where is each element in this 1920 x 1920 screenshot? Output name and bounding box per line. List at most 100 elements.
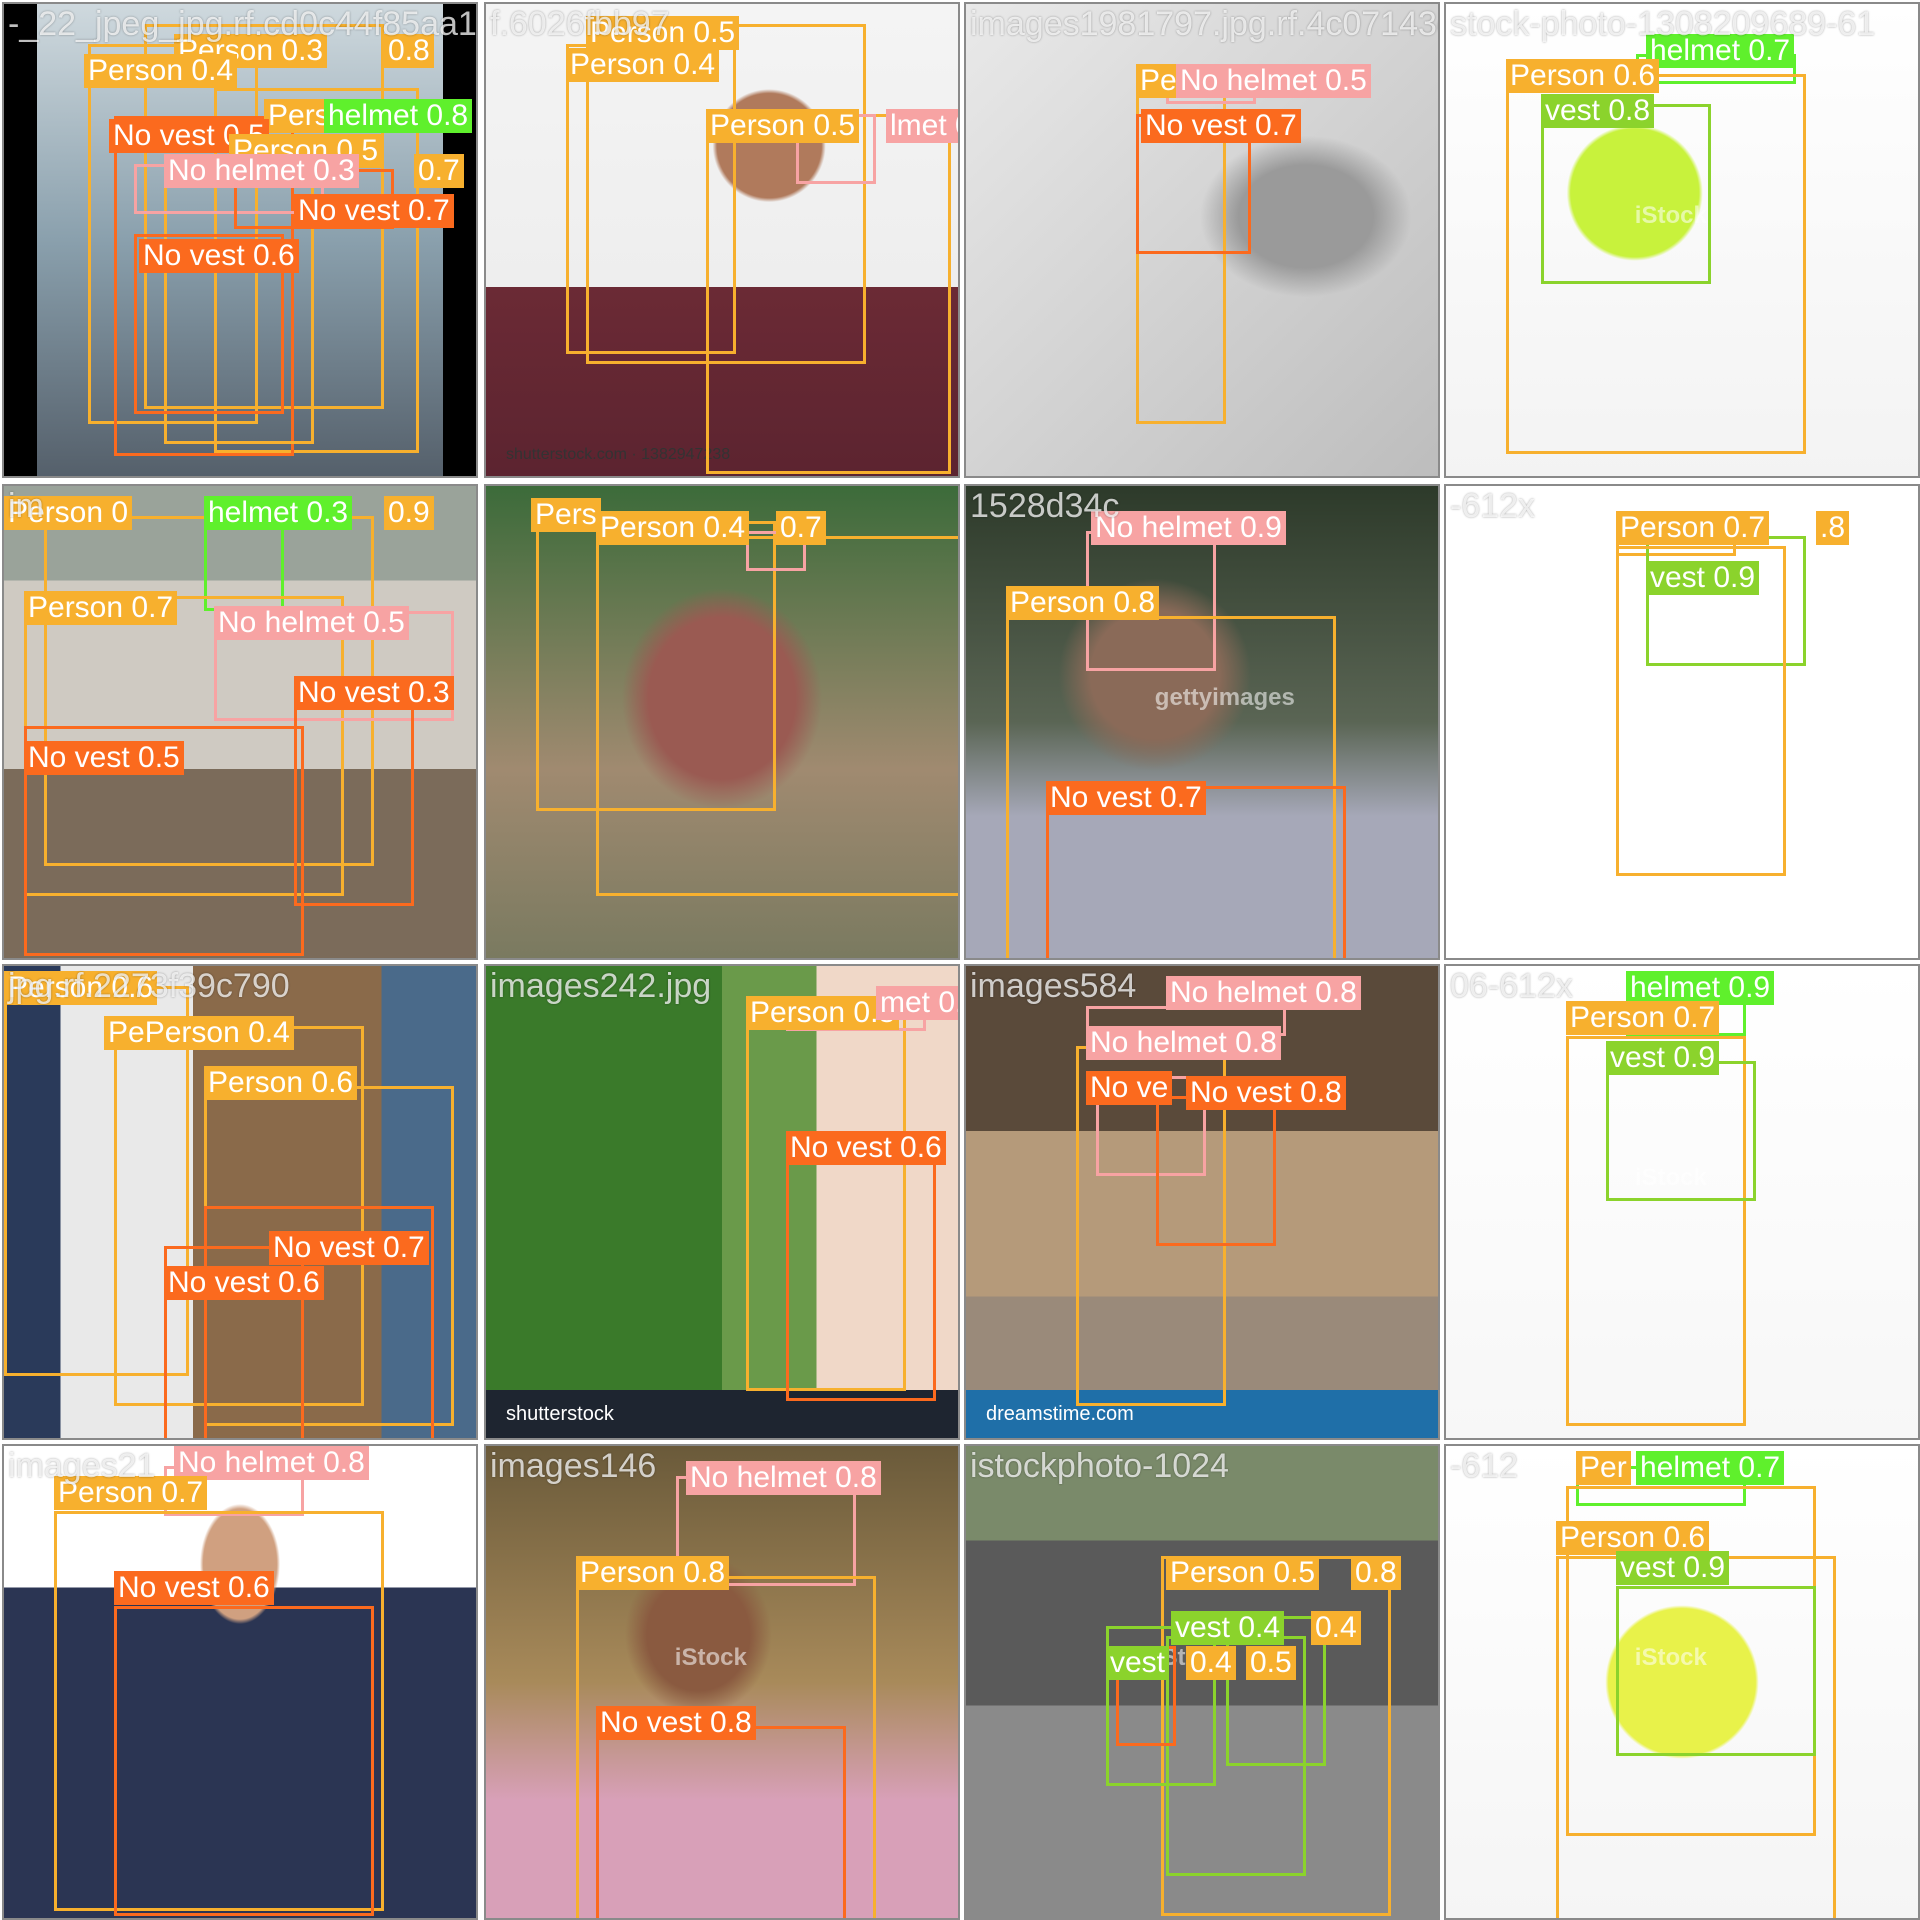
person-label: Pe	[1136, 64, 1181, 98]
no-helmet-label: No helmet 0.8	[1086, 1026, 1281, 1060]
no-vest-label: No vest 0.7	[269, 1231, 429, 1265]
image-tile: iStock helmet 0.7 Person 0.6 vest 0.8 stock-…	[1444, 2, 1920, 478]
person-label: Person 0.8	[576, 1556, 730, 1590]
image-tile: shutterstock.com · 1382947238 Person 0.5 P…	[484, 2, 960, 478]
vest-label: vest	[1106, 1646, 1170, 1680]
vest-box	[1541, 104, 1711, 284]
filename-label: images242.jpg	[490, 967, 712, 1005]
filename-label: images146	[490, 1447, 657, 1485]
filename-label: f.6026fbb97	[490, 5, 670, 43]
image-tile: iStock helmet 0.9 Person 0.7 vest 0.9 06-612…	[1444, 964, 1920, 1440]
no-vest-label: No vest 0.3	[294, 676, 454, 710]
image-tile: Pers Person 0.4 0.7	[484, 484, 960, 960]
image-tile: Person 0 helmet 0.3 0.9 Person 0.7 No helmet…	[2, 484, 478, 960]
no-vest-label: No ve	[1086, 1071, 1173, 1105]
filename-label: istockphoto-1024	[970, 1447, 1229, 1485]
no-helmet-label: No helmet 0.9	[1091, 511, 1286, 545]
filename-label: jpg.rf.2273f39c790	[8, 967, 290, 1005]
helmet-label: helmet 0.3	[204, 496, 353, 530]
filename-label: im	[8, 487, 44, 525]
no-helmet-label: No helmet 0.8	[1166, 976, 1361, 1010]
watermark: dreamstime.com	[986, 1403, 1134, 1425]
person-label: Person 0.5	[1166, 1556, 1320, 1590]
filename-label: -_22_jpeg_jpg.rf.cd0c44f85aa1443	[8, 5, 477, 43]
image-tile: iStock No helmet 0.8 Person 0.8 No vest 0.8…	[484, 1444, 960, 1920]
image-tile: shutterstockPerson 0.8met 0.9No vest 0.6…	[484, 964, 960, 1440]
filename-label: images584	[970, 967, 1137, 1005]
image-tile: iStock Per helmet 0.7 Person 0.6 vest 0.9 -61…	[1444, 1444, 1920, 1920]
vest-label: vest 0.9	[1616, 1551, 1730, 1585]
no-vest-box	[1156, 1096, 1276, 1246]
no-vest-label: No vest 0.7	[1141, 109, 1301, 143]
no-vest-label: No vest 0.6	[786, 1131, 946, 1165]
no-vest-label: No vest 0.5	[24, 741, 184, 775]
no-vest-label: No vest 0.7	[1046, 781, 1206, 815]
no-helmet-label: lmet 0.8	[886, 109, 958, 143]
no-vest-label: No vest 0.6	[164, 1266, 324, 1300]
image-tile: Person 0.6 PePerson 0.4 Person 0.6 No vest …	[2, 964, 478, 1440]
no-helmet-label: met 0.9	[876, 986, 958, 1020]
person-label: Per	[1576, 1451, 1631, 1485]
vest-label: vest 0.9	[1606, 1041, 1720, 1075]
person-label: 0.9	[384, 496, 434, 530]
image-tile: No helmet 0.8 Person 0.7 No vest 0.6 images…	[2, 1444, 478, 1920]
image-tile: dreamstime.com No helmet 0.8 No helmet 0.8…	[964, 964, 1440, 1440]
helmet-label: helmet 0.7	[1636, 1451, 1785, 1485]
person-label: Person 0.6	[204, 1066, 358, 1100]
person-label: Person 0.4	[84, 54, 238, 88]
no-helmet-label: No helmet 0.8	[686, 1461, 881, 1495]
filename-label: -612	[1450, 1447, 1519, 1485]
person-label: 0.4	[1311, 1611, 1361, 1645]
vest-label: vest 0.8	[1541, 94, 1655, 128]
no-vest-label: No vest 0.6	[114, 1571, 274, 1605]
vest-box	[1616, 1586, 1816, 1756]
no-vest-label: No vest 0.7	[294, 194, 454, 228]
person-label: Person 0.8	[1006, 586, 1160, 620]
person-label: Pers	[531, 498, 601, 532]
filename-label: stock-photo-1308209689-61	[1450, 5, 1876, 43]
image-tile: gettyimages No helmet 0.9 Person 0.8 No ves…	[964, 484, 1440, 960]
person-label: Person 0.7	[1566, 1001, 1720, 1035]
helmet-label: helmet 0.9	[1626, 971, 1775, 1005]
image-tile: iStockPerson 0.50.8vest 0.40.4vest0.40.5…	[964, 1444, 1440, 1920]
image-tile: Person 0.30.8Person 0.4Person 0.6helmet …	[2, 2, 478, 478]
vest-label: vest 0.9	[1646, 561, 1760, 595]
no-vest-label: No vest 0.6	[139, 239, 299, 273]
person-label: .8	[1816, 511, 1850, 545]
person-label: Person 0.7	[24, 591, 178, 625]
no-vest-label: No vest 0.8	[596, 1706, 756, 1740]
person-label: 0.4	[1186, 1646, 1236, 1680]
no-vest-label: No vest 0.8	[1186, 1076, 1346, 1110]
no-vest-box	[786, 1141, 936, 1401]
no-helmet-label: No helmet 0.8	[174, 1446, 369, 1480]
no-helmet-label: No helmet 0.5	[1176, 64, 1371, 98]
person-box	[596, 536, 958, 896]
person-label: Person 0.5	[706, 109, 860, 143]
no-vest-box	[114, 1606, 374, 1916]
filename-label: 06-612x	[1450, 967, 1573, 1005]
vest-label: vest 0.4	[1171, 1611, 1285, 1645]
no-vest-box	[294, 676, 414, 906]
no-vest-box	[596, 1726, 846, 1918]
filename-label: 1528d34c	[970, 487, 1120, 525]
no-helmet-label: No helmet 0.3	[164, 154, 359, 188]
vest-box	[1606, 1061, 1756, 1201]
helmet-label: helmet 0.8	[324, 99, 473, 133]
image-tile: Person 0.7 .8 vest 0.9 -612x	[1444, 484, 1920, 960]
watermark: shutterstock.com · 1382947238	[506, 446, 731, 463]
person-label: Person 0.7	[1616, 511, 1770, 545]
person-label: 0.7	[414, 154, 464, 188]
detection-results-grid: Person 0.30.8Person 0.4Person 0.6helmet …	[0, 0, 1920, 1920]
person-label: Person 0.6	[1506, 59, 1660, 93]
watermark: shutterstock	[506, 1403, 614, 1425]
no-helmet-label: No helmet 0.5	[214, 606, 409, 640]
image-tile: Pe No helmet 0.5 No vest 0.7 images1981797.…	[964, 2, 1440, 478]
person-label: 0.8	[1351, 1556, 1401, 1590]
person-label: 0.5	[1246, 1646, 1296, 1680]
filename-label: images1981797.jpg.rf.4c07143c0	[970, 5, 1440, 43]
person-label: PePerson 0.4	[104, 1016, 294, 1050]
filename-label: -612x	[1450, 487, 1536, 525]
person-box	[1616, 546, 1786, 876]
person-label: 0.7	[776, 511, 826, 545]
person-label: Person 0.6	[1556, 1521, 1710, 1555]
